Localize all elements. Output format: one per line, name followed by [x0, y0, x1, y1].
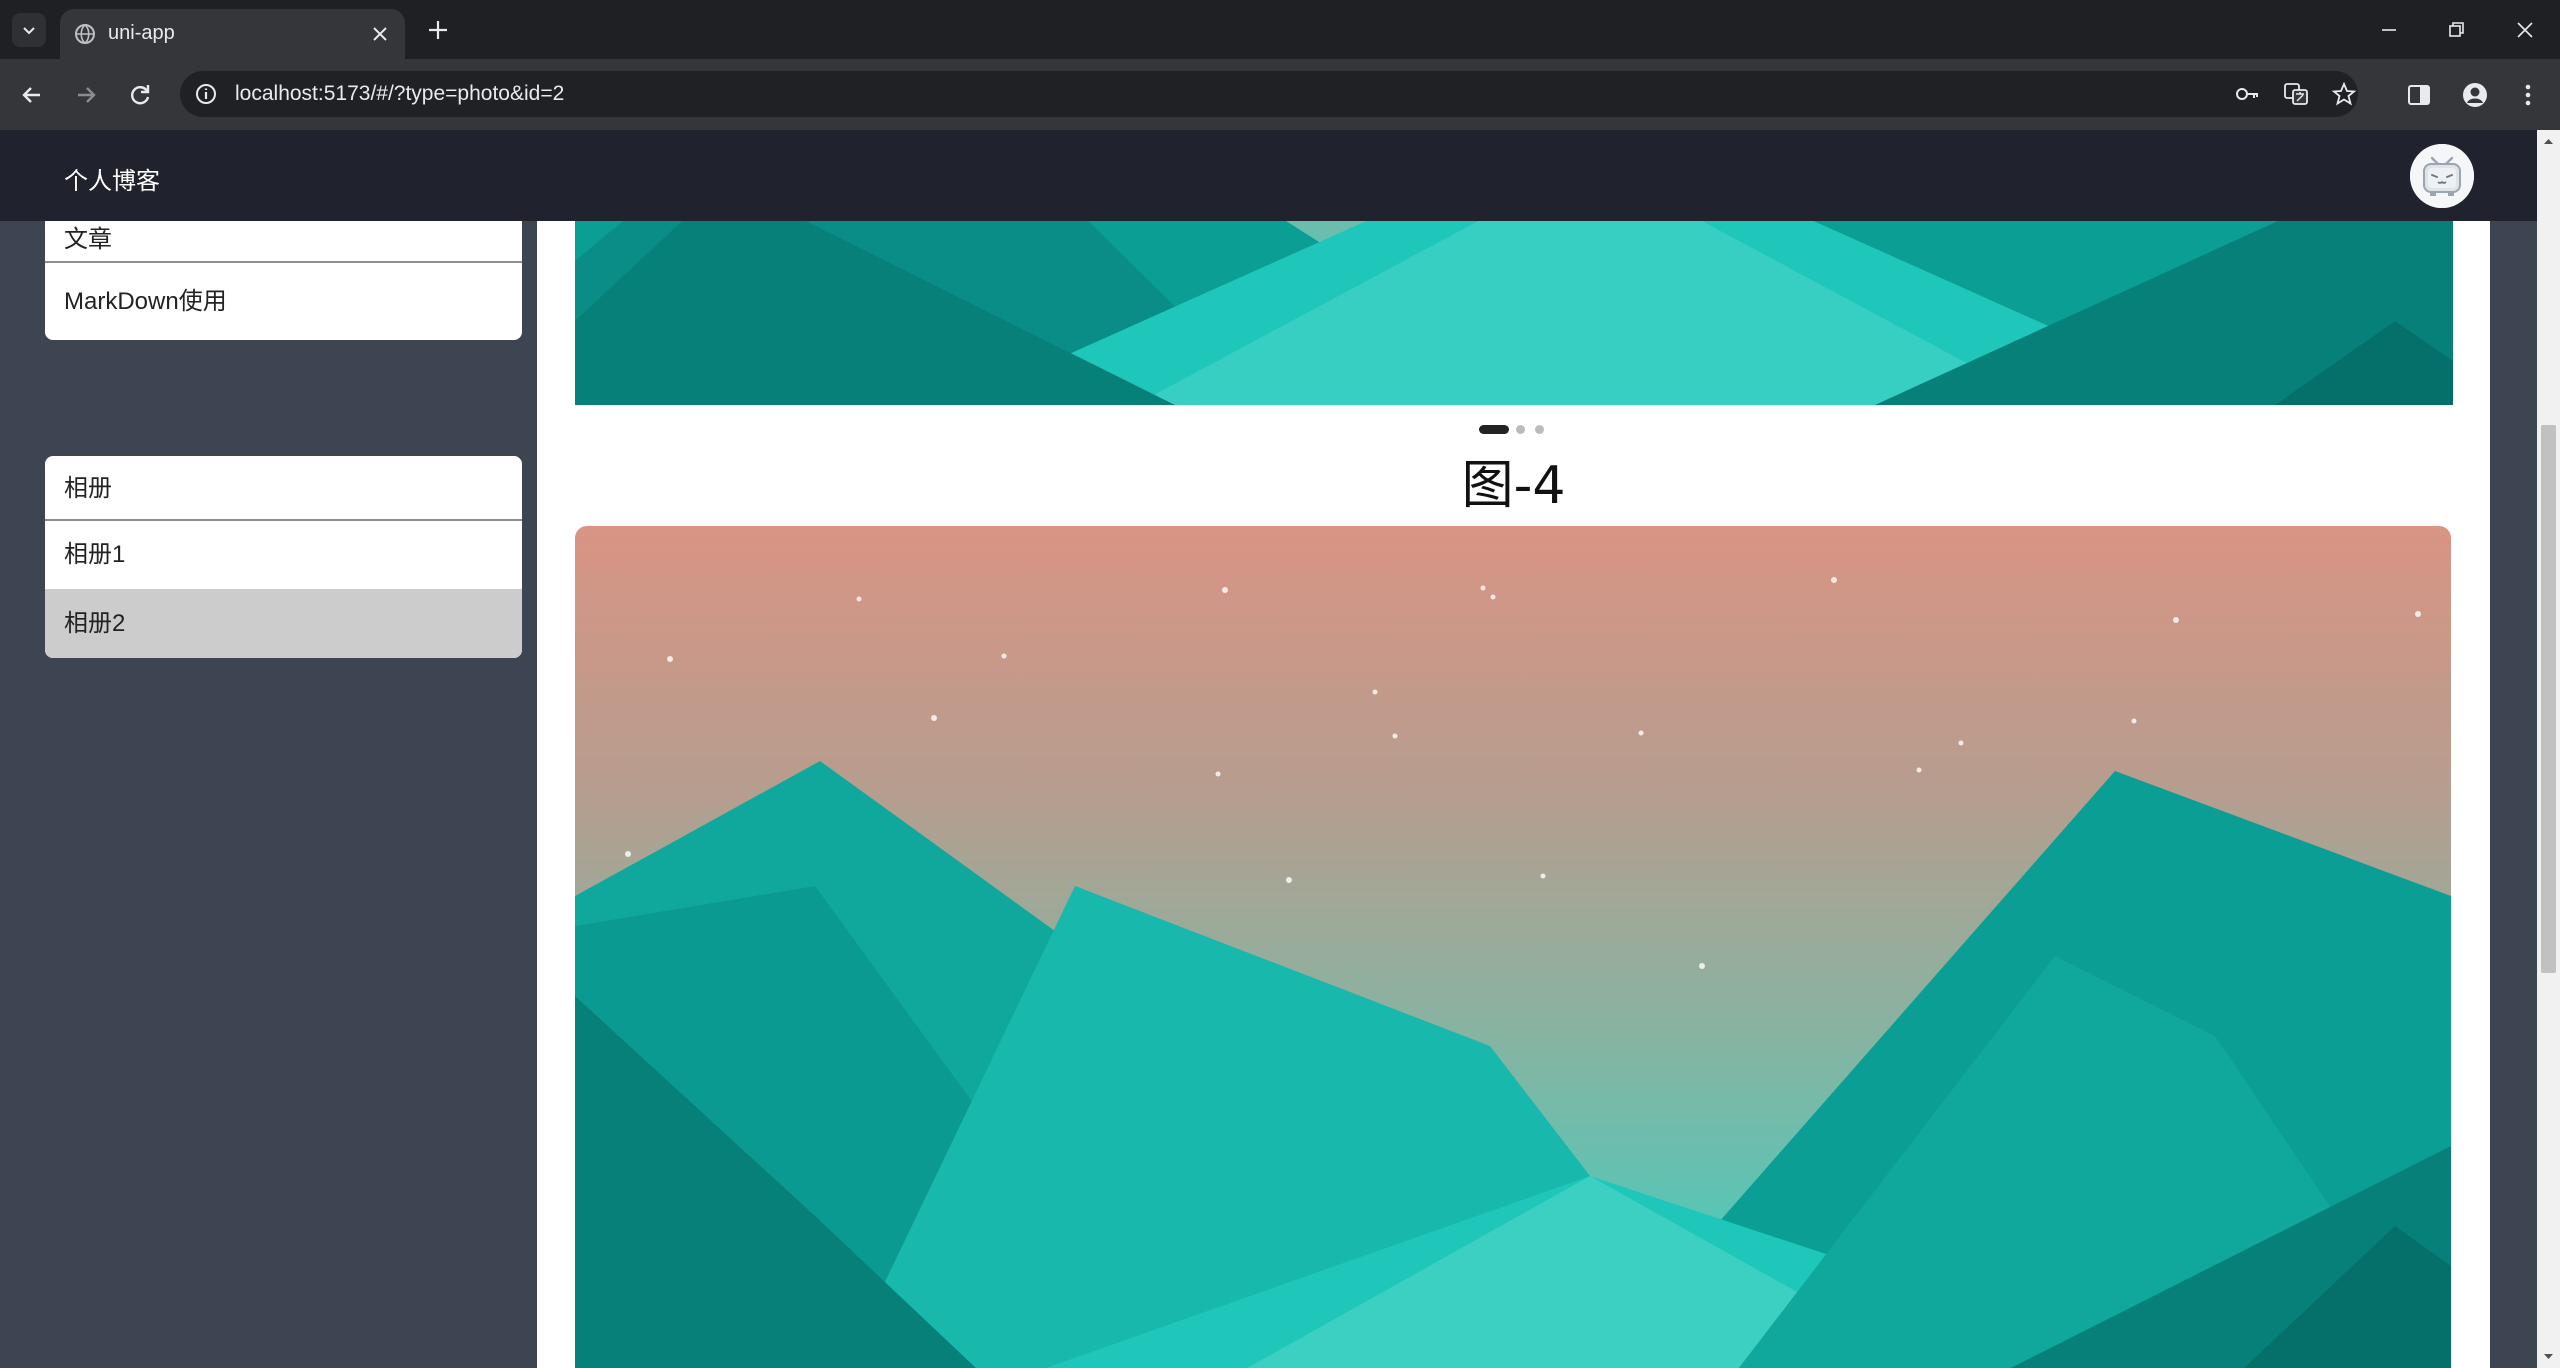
browser-tab-strip: uni-app	[0, 0, 2560, 59]
main-content: 图-4	[537, 221, 2490, 1368]
minimize-icon[interactable]	[2374, 15, 2404, 45]
browser-tab-active[interactable]: uni-app	[60, 9, 405, 59]
globe-icon	[75, 24, 95, 44]
carousel-dot-3[interactable]	[1535, 425, 1544, 434]
url-text[interactable]: localhost:5173/#/?type=photo&id=2	[235, 82, 564, 106]
tab-title: uni-app	[108, 22, 175, 44]
album-card-header[interactable]: 相册	[45, 456, 522, 521]
sidebar-item-album-1[interactable]: 相册1	[45, 521, 522, 589]
url-host: localhost	[235, 82, 318, 105]
app-header: 个人博客	[0, 130, 2537, 221]
scrollbar-thumb[interactable]	[2541, 425, 2556, 973]
address-bar[interactable]: localhost:5173/#/?type=photo&id=2	[180, 71, 2358, 117]
carousel-image[interactable]	[575, 221, 2453, 405]
scroll-up-arrow-icon[interactable]	[2542, 135, 2555, 148]
carousel-dot-2[interactable]	[1516, 425, 1525, 434]
sidebar-item-markdown[interactable]: MarkDown使用	[45, 263, 522, 340]
carousel-dot-1[interactable]	[1479, 425, 1509, 434]
page-scrollbar[interactable]	[2537, 130, 2560, 1368]
site-info-icon[interactable]	[194, 82, 218, 106]
new-tab-plus-icon[interactable]	[424, 16, 452, 44]
back-arrow-icon[interactable]	[16, 79, 48, 111]
window-close-icon[interactable]	[2510, 15, 2540, 45]
tv-mascot-avatar-icon	[2410, 144, 2474, 208]
profile-icon[interactable]	[2460, 80, 2490, 110]
reload-icon[interactable]	[124, 79, 156, 111]
translate-icon[interactable]	[2283, 81, 2309, 107]
album-card: 相册 相册1 相册2	[45, 456, 522, 658]
app-title[interactable]: 个人博客	[64, 161, 160, 196]
bookmark-star-icon[interactable]	[2331, 81, 2357, 107]
sidebar: 文章 MarkDown使用 相册 相册1 相册2	[0, 181, 537, 1368]
web-page: 个人博客 文章 MarkDown使用 相册 相册1 相册2 图-4	[0, 130, 2560, 1368]
browser-toolbar: localhost:5173/#/?type=photo&id=2	[0, 59, 2560, 130]
restore-icon[interactable]	[2441, 15, 2471, 45]
more-menu-icon[interactable]	[2513, 80, 2543, 110]
scroll-down-arrow-icon[interactable]	[2542, 1350, 2555, 1363]
photo-image[interactable]	[575, 526, 2451, 1368]
sidebar-item-album-2[interactable]: 相册2	[45, 589, 522, 658]
close-icon[interactable]	[369, 23, 391, 45]
url-path: :5173/#/?type=photo&id=2	[317, 82, 565, 105]
photo-title: 图-4	[1461, 456, 1566, 516]
tab-search-button[interactable]	[12, 13, 46, 47]
mountain-starry-wallpaper-image	[575, 526, 2451, 1368]
avatar[interactable]	[2410, 144, 2474, 208]
side-panel-icon[interactable]	[2404, 80, 2434, 110]
mountain-wallpaper-image	[575, 221, 2453, 405]
chevron-down-icon	[23, 27, 35, 35]
forward-arrow-icon[interactable]	[70, 79, 102, 111]
key-icon[interactable]	[2234, 81, 2260, 107]
